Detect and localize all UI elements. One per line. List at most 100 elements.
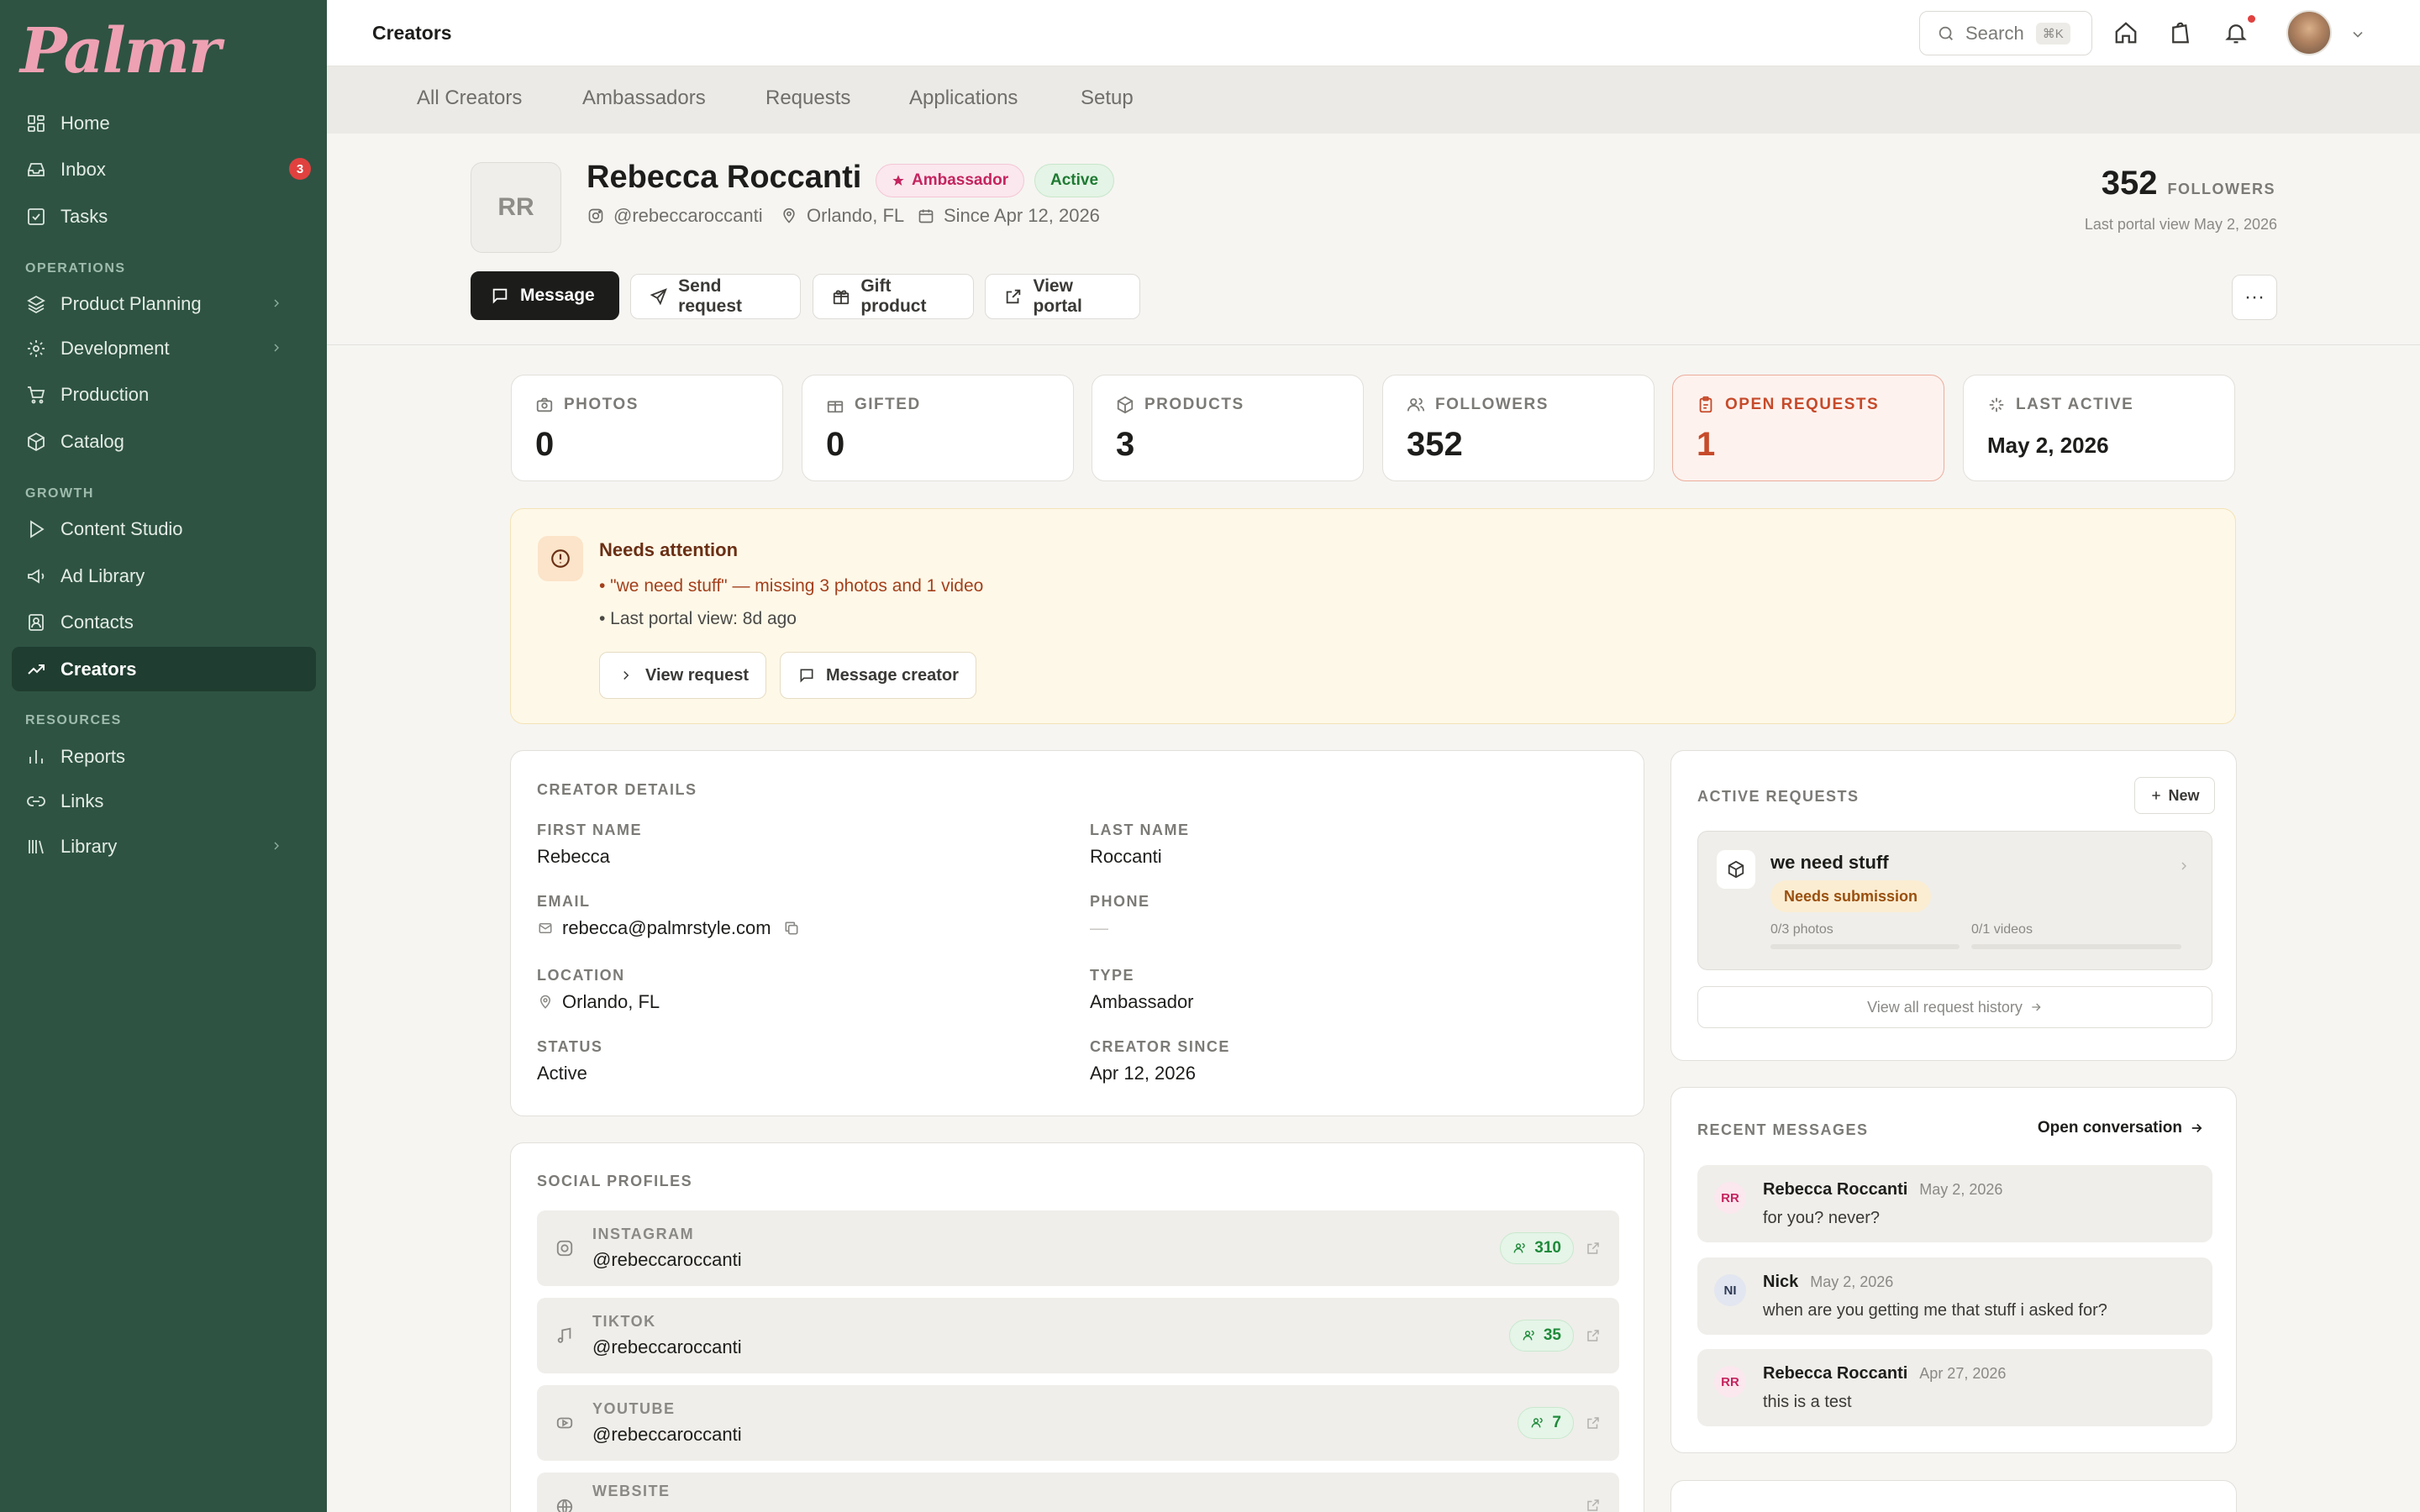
field-label: FIRST NAME	[537, 822, 642, 838]
stat-value: 1	[1697, 426, 1716, 463]
camera-icon	[535, 396, 554, 414]
stat-value: 0	[535, 426, 555, 463]
stat-card-open-requests[interactable]: OPEN REQUESTS 1	[1672, 375, 1944, 481]
sidebar-item-links[interactable]: Links	[12, 779, 316, 823]
view-request-label: View request	[645, 665, 750, 685]
sidebar-item-label: Library	[60, 835, 118, 857]
sidebar-item-catalog[interactable]: Catalog	[12, 419, 316, 464]
follower-count-badge: 7	[1518, 1407, 1574, 1439]
message-date: May 2, 2026	[1919, 1181, 2003, 1198]
sidebar-item-label: Home	[60, 112, 110, 134]
users-icon	[1512, 1241, 1528, 1256]
new-request-label: New	[2168, 786, 2200, 804]
creator-handle[interactable]: @rebeccaroccanti	[587, 205, 763, 227]
sidebar-item-development[interactable]: Development	[12, 326, 316, 370]
sidebar-item-label: Links	[60, 790, 104, 811]
message-item[interactable]: NI Nick May 2, 2026 when are you getting …	[1697, 1257, 2212, 1335]
sidebar-item-label: Ad Library	[60, 564, 145, 586]
attention-item: • Last portal view: 8d ago	[599, 609, 797, 628]
message-item[interactable]: RR Rebecca Roccanti May 2, 2026 for you? …	[1697, 1165, 2212, 1242]
sidebar-item-product-planning[interactable]: Product Planning	[12, 281, 316, 326]
stat-card-gifted: GIFTED 0	[802, 375, 1074, 481]
social-row-youtube[interactable]: YOUTUBE @rebeccaroccanti 7	[537, 1385, 1619, 1461]
message-button[interactable]: Message	[471, 271, 619, 320]
user-avatar[interactable]	[2286, 10, 2332, 55]
avatar: RR	[1714, 1182, 1746, 1214]
search-shortcut: ⌘K	[2035, 22, 2070, 45]
sparkle-icon	[1987, 396, 2006, 414]
message-creator-button[interactable]: Message creator	[780, 652, 976, 699]
send-request-button[interactable]: Send request	[630, 274, 801, 319]
phone-value: —	[1090, 917, 1108, 938]
view-request-button[interactable]: View request	[599, 652, 767, 699]
ambassador-badge-label: Ambassador	[912, 171, 1009, 189]
message-item[interactable]: RR Rebecca Roccanti Apr 27, 2026 this is …	[1697, 1349, 2212, 1426]
users-icon	[1522, 1328, 1537, 1343]
sidebar-item-reports[interactable]: Reports	[12, 734, 316, 779]
sidebar-item-label: Inbox	[60, 158, 106, 180]
sidebar-item-tasks[interactable]: Tasks	[12, 194, 316, 239]
request-card[interactable]: we need stuff Needs submission 0/3 photo…	[1697, 831, 2212, 970]
checkbox-icon	[25, 206, 47, 228]
layers-icon	[25, 293, 47, 315]
more-options-button[interactable]: ···	[2232, 275, 2277, 320]
panel-title: RECENT MESSAGES	[1697, 1121, 1869, 1138]
sidebar-item-ad-library[interactable]: Ad Library	[12, 554, 316, 598]
social-row-website[interactable]: WEBSITE	[537, 1473, 1619, 1512]
social-row-instagram[interactable]: INSTAGRAM @rebeccaroccanti 310	[537, 1210, 1619, 1286]
followers-label: FOLLOWERS	[2167, 181, 2275, 197]
map-pin-icon	[537, 994, 554, 1011]
shopify-icon[interactable]	[2166, 18, 2195, 47]
copy-icon[interactable]	[783, 920, 800, 937]
creator-location-text: Orlando, FL	[807, 205, 905, 226]
external-link-icon[interactable]	[1584, 1496, 1602, 1512]
tab-all-creators[interactable]: All Creators	[417, 87, 522, 110]
tab-setup[interactable]: Setup	[1081, 87, 1134, 110]
sidebar-item-inbox[interactable]: Inbox 3	[12, 147, 316, 192]
follower-count-badge: 35	[1508, 1320, 1574, 1352]
bell-icon[interactable]	[2222, 18, 2250, 47]
field-label: LAST NAME	[1090, 822, 1190, 838]
section-label-resources: RESOURCES	[25, 713, 122, 727]
external-link-icon[interactable]	[1584, 1239, 1602, 1257]
ambassador-badge: Ambassador	[876, 164, 1025, 197]
external-link-icon[interactable]	[1584, 1326, 1602, 1345]
view-request-history-link[interactable]: View all request history	[1697, 986, 2212, 1028]
sidebar-item-creators[interactable]: Creators	[12, 647, 316, 691]
sidebar-item-content-studio[interactable]: Content Studio	[12, 507, 316, 551]
mail-icon	[537, 920, 554, 937]
email-value: rebecca@palmrstyle.com	[537, 917, 808, 939]
view-portal-button[interactable]: View portal	[985, 274, 1140, 319]
field-label: EMAIL	[537, 893, 591, 910]
gear-icon	[25, 338, 47, 360]
star-icon	[892, 174, 905, 187]
sidebar-item-library[interactable]: Library	[12, 824, 316, 869]
social-row-tiktok[interactable]: TIKTOK @rebeccaroccanti 35	[537, 1298, 1619, 1373]
message-text: when are you getting me that stuff i ask…	[1763, 1301, 2107, 1320]
message-date: May 2, 2026	[1810, 1273, 1894, 1290]
panel-title: ACTIVE REQUESTS	[1697, 788, 1860, 805]
sidebar-item-label: Catalog	[60, 430, 124, 452]
chevron-down-icon[interactable]	[2344, 20, 2372, 49]
tab-requests[interactable]: Requests	[765, 87, 850, 110]
inbox-icon	[25, 159, 47, 181]
home-icon[interactable]	[2112, 18, 2140, 47]
search-input[interactable]: Search ⌘K	[1919, 11, 2092, 55]
sidebar-item-contacts[interactable]: Contacts	[12, 600, 316, 644]
search-icon	[1937, 24, 1955, 43]
megaphone-icon	[25, 565, 47, 587]
social-handle: @rebeccaroccanti	[592, 1424, 742, 1445]
new-request-button[interactable]: New	[2134, 777, 2215, 814]
sidebar-item-home[interactable]: Home	[12, 101, 316, 145]
gift-product-button[interactable]: Gift product	[813, 274, 974, 319]
palmr-logo[interactable]: Palmr	[20, 15, 221, 87]
active-requests-panel: ACTIVE REQUESTS New we need stuff Needs …	[1670, 750, 2237, 1061]
external-link-icon[interactable]	[1584, 1414, 1602, 1432]
stat-card-followers: FOLLOWERS 352	[1382, 375, 1655, 481]
sidebar-item-production[interactable]: Production	[12, 372, 316, 417]
tab-ambassadors[interactable]: Ambassadors	[582, 87, 706, 110]
tab-applications[interactable]: Applications	[909, 87, 1018, 110]
open-conversation-link[interactable]: Open conversation	[2038, 1119, 2204, 1137]
message-sender: Nick May 2, 2026	[1763, 1273, 1893, 1292]
email-text: rebecca@palmrstyle.com	[562, 917, 771, 938]
